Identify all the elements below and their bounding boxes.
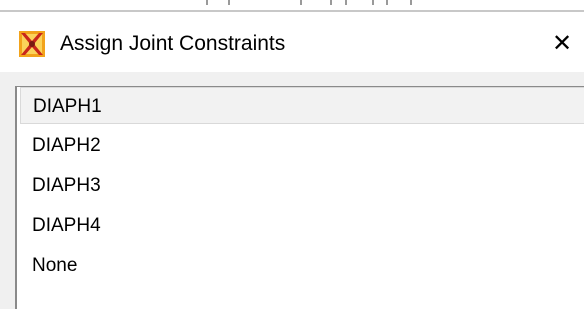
app-icon bbox=[19, 31, 45, 57]
list-item-diaph1[interactable]: DIAPH1 bbox=[20, 87, 584, 124]
edge-artifact bbox=[410, 0, 412, 5]
edge-artifact bbox=[206, 0, 208, 5]
edge-artifact bbox=[228, 0, 230, 5]
edge-artifact bbox=[386, 0, 388, 5]
edge-artifact bbox=[300, 0, 302, 5]
assign-joint-constraints-dialog: Assign Joint Constraints ✕ DIAPH1 DIAPH2… bbox=[0, 0, 584, 309]
dialog-title: Assign Joint Constraints bbox=[60, 32, 286, 55]
list-item-none[interactable]: None bbox=[20, 247, 584, 284]
list-item-diaph4[interactable]: DIAPH4 bbox=[20, 207, 584, 244]
list-item-diaph2[interactable]: DIAPH2 bbox=[20, 127, 584, 164]
titlebar[interactable]: Assign Joint Constraints ✕ bbox=[0, 12, 584, 72]
edge-artifact bbox=[330, 0, 332, 5]
close-button[interactable]: ✕ bbox=[552, 30, 584, 58]
list-item-diaph3[interactable]: DIAPH3 bbox=[20, 167, 584, 204]
edge-artifact bbox=[345, 0, 347, 5]
edge-artifact bbox=[372, 0, 374, 5]
constraints-listbox[interactable]: DIAPH1 DIAPH2 DIAPH3 DIAPH4 None bbox=[15, 86, 584, 309]
background-window-edge bbox=[0, 0, 584, 12]
